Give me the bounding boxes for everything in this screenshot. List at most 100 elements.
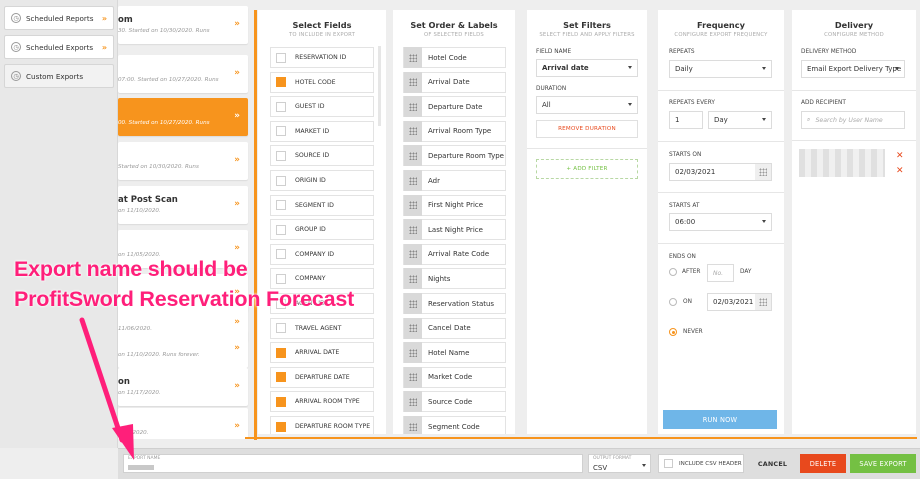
- field-row[interactable]: GROUP ID: [270, 219, 374, 241]
- chevron-right-icon[interactable]: »: [234, 243, 240, 253]
- add-filter-button[interactable]: + ADD FILTER: [536, 159, 638, 179]
- list-item-selected[interactable]: 00. Started on 10/27/2020. Runs »: [118, 98, 248, 136]
- list-item[interactable]: Started on 10/30/2020. Runs »: [118, 142, 248, 180]
- include-csv-header[interactable]: INCLUDE CSV HEADER: [658, 454, 744, 473]
- field-checkbox[interactable]: [276, 175, 286, 186]
- order-row[interactable]: Arrival Date: [403, 71, 506, 93]
- drag-handle-icon[interactable]: [404, 120, 422, 142]
- field-checkbox[interactable]: [276, 347, 286, 358]
- remove-recipient-icon[interactable]: ✕: [896, 166, 904, 176]
- field-name-select[interactable]: Arrival date: [536, 59, 638, 77]
- ends-on-radio[interactable]: [669, 298, 677, 306]
- field-row[interactable]: ORIGIN ID: [270, 170, 374, 191]
- drag-handle-icon[interactable]: [404, 194, 422, 216]
- drag-handle-icon[interactable]: [404, 317, 422, 339]
- field-checkbox[interactable]: [276, 224, 286, 235]
- drag-handle-icon[interactable]: [404, 342, 422, 364]
- chevron-right-icon[interactable]: »: [234, 343, 240, 353]
- field-checkbox[interactable]: [276, 396, 286, 407]
- ends-on-date-input[interactable]: 02/03/2021: [707, 293, 772, 311]
- save-export-button[interactable]: SAVE EXPORT: [850, 454, 916, 473]
- remove-duration-button[interactable]: REMOVE DURATION: [536, 120, 638, 138]
- sidebar-item-custom-exports[interactable]: ◷ Custom Exports: [4, 64, 114, 88]
- ends-never-radio[interactable]: [669, 328, 677, 336]
- cancel-button[interactable]: CANCEL: [751, 454, 794, 473]
- starts-at-select[interactable]: 06:00: [669, 213, 772, 231]
- field-checkbox[interactable]: [276, 421, 286, 432]
- order-row[interactable]: Departure Room Type: [403, 145, 506, 167]
- field-row[interactable]: COMPANY ID: [270, 243, 374, 265]
- field-row[interactable]: ARRIVAL DATE: [270, 342, 374, 364]
- repeats-unit-select[interactable]: Day: [708, 111, 772, 129]
- sidebar-item-scheduled-reports[interactable]: ◷ Scheduled Reports »: [4, 6, 114, 30]
- drag-handle-icon[interactable]: [404, 219, 422, 241]
- chevron-right-icon[interactable]: »: [234, 19, 240, 29]
- field-row[interactable]: SEGMENT ID: [270, 194, 374, 216]
- field-checkbox[interactable]: [276, 273, 286, 284]
- repeats-every-input[interactable]: 1: [669, 111, 703, 129]
- field-checkbox[interactable]: [276, 150, 286, 161]
- chevron-right-icon[interactable]: »: [234, 421, 240, 431]
- csv-header-checkbox[interactable]: [664, 459, 673, 468]
- order-row[interactable]: First Night Price: [403, 194, 506, 216]
- drag-handle-icon[interactable]: [404, 96, 422, 118]
- order-row[interactable]: Arrival Rate Code: [403, 243, 506, 265]
- chevron-right-icon[interactable]: »: [234, 317, 240, 327]
- field-checkbox[interactable]: [276, 77, 286, 88]
- ends-after-radio[interactable]: [669, 268, 677, 276]
- order-row[interactable]: Hotel Name: [403, 342, 506, 364]
- duration-select[interactable]: All: [536, 96, 638, 114]
- list-item[interactable]: on 11/10/2020. Runs forever. »: [118, 330, 248, 368]
- remove-recipient-icon[interactable]: ✕: [896, 151, 904, 161]
- order-row[interactable]: Segment Code: [403, 416, 506, 434]
- output-format-select[interactable]: OUTPUT FORMAT CSV: [588, 454, 651, 473]
- drag-handle-icon[interactable]: [404, 268, 422, 290]
- field-row[interactable]: DEPARTURE DATE: [270, 366, 374, 388]
- after-count-input[interactable]: No.: [707, 264, 734, 282]
- field-checkbox[interactable]: [276, 200, 286, 211]
- field-row[interactable]: DEPARTURE ROOM TYPE: [270, 416, 374, 434]
- delivery-method-select[interactable]: Email Export Delivery Type: [801, 60, 905, 78]
- field-checkbox[interactable]: [276, 101, 286, 112]
- recipient-search-input[interactable]: ⌕ Search by User Name: [801, 111, 905, 129]
- delete-button[interactable]: DELETE: [800, 454, 846, 473]
- order-row[interactable]: Departure Date: [403, 96, 506, 118]
- calendar-icon[interactable]: [755, 164, 771, 180]
- drag-handle-icon[interactable]: [404, 293, 422, 314]
- field-checkbox[interactable]: [276, 323, 286, 334]
- sidebar-item-scheduled-exports[interactable]: ◷ Scheduled Exports »: [4, 35, 114, 59]
- order-row[interactable]: Hotel Code: [403, 47, 506, 68]
- starts-on-input[interactable]: 02/03/2021: [669, 163, 772, 181]
- drag-handle-icon[interactable]: [404, 71, 422, 93]
- run-now-button[interactable]: RUN NOW: [663, 410, 777, 429]
- repeats-select[interactable]: Daily: [669, 60, 772, 78]
- scrollbar[interactable]: [378, 46, 381, 126]
- field-checkbox[interactable]: [276, 52, 286, 63]
- list-item[interactable]: om 30. Started on 10/30/2020. Runs »: [118, 6, 248, 44]
- field-row[interactable]: RESERVATION ID: [270, 47, 374, 68]
- drag-handle-icon[interactable]: [404, 170, 422, 191]
- chevron-right-icon[interactable]: »: [234, 155, 240, 165]
- drag-handle-icon[interactable]: [404, 391, 422, 413]
- order-row[interactable]: Source Code: [403, 391, 506, 413]
- export-name-field[interactable]: EXPORT NAME: [123, 454, 583, 473]
- field-row[interactable]: GUEST ID: [270, 96, 374, 118]
- field-row[interactable]: ARRIVAL ROOM TYPE: [270, 391, 374, 413]
- chevron-right-icon[interactable]: »: [234, 381, 240, 391]
- order-row[interactable]: Market Code: [403, 366, 506, 388]
- chevron-right-icon[interactable]: »: [234, 68, 240, 78]
- drag-handle-icon[interactable]: [404, 145, 422, 167]
- drag-handle-icon[interactable]: [404, 243, 422, 265]
- order-row[interactable]: Reservation Status: [403, 293, 506, 314]
- field-checkbox[interactable]: [276, 126, 286, 137]
- drag-handle-icon[interactable]: [404, 47, 422, 68]
- order-row[interactable]: Last Night Price: [403, 219, 506, 241]
- drag-handle-icon[interactable]: [404, 416, 422, 434]
- order-row[interactable]: Nights: [403, 268, 506, 290]
- drag-handle-icon[interactable]: [404, 366, 422, 388]
- list-item[interactable]: on on 11/17/2020. »: [118, 368, 248, 406]
- calendar-icon[interactable]: [755, 294, 771, 310]
- field-checkbox[interactable]: [276, 249, 286, 260]
- list-item[interactable]: 07:00. Started on 10/27/2020. Runs »: [118, 55, 248, 93]
- list-item[interactable]: 1/18/2020. »: [118, 408, 248, 439]
